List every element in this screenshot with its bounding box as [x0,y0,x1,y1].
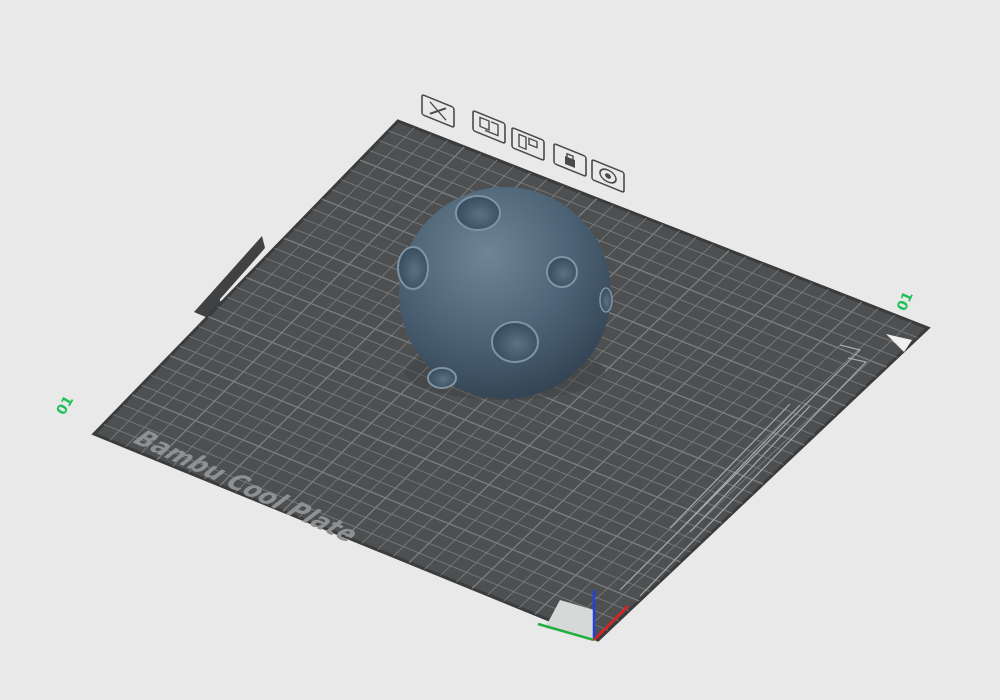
lock-icon[interactable] [553,143,587,177]
moon-model[interactable] [397,187,613,400]
crater [427,367,457,389]
arrange-icon[interactable] [472,110,506,144]
crater [397,246,429,290]
plate-settings-icon[interactable] [591,159,625,193]
crater [455,195,501,231]
model-body [399,187,611,399]
close-icon[interactable] [421,94,455,128]
plate-number-right: 01 [894,289,917,313]
plate-number-left: 01 [54,393,78,418]
crater [546,256,578,288]
crater [599,287,613,313]
build-plate-scene[interactable]: Bambu Cool Plate 01 01 [0,0,1000,700]
crater [491,321,539,363]
3d-viewport[interactable]: Bambu Cool Plate 01 01 [0,0,1000,700]
orient-icon[interactable] [511,127,545,161]
